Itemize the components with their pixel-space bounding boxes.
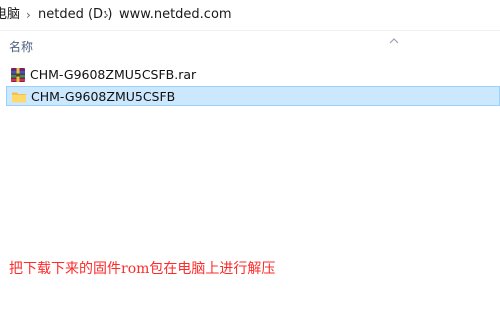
breadcrumb-item-folder[interactable]: www.netded.com	[119, 6, 232, 24]
winrar-archive-icon	[11, 68, 25, 82]
instruction-caption: 把下载下来的固件rom包在电脑上进行解压	[9, 261, 276, 277]
file-explorer-window: 电脑 › netded (D:) › www.netded.com 名称 CHM…	[0, 0, 500, 326]
breadcrumb-item-drive[interactable]: netded (D:)	[38, 6, 113, 24]
chevron-up-icon[interactable]	[388, 36, 400, 46]
address-bar[interactable]: 电脑 › netded (D:) › www.netded.com	[0, 0, 500, 31]
file-name[interactable]: CHM-G9608ZMU5CSFB.rar	[30, 66, 196, 83]
breadcrumb-separator-icon[interactable]: ›	[26, 6, 31, 24]
folder-name[interactable]: CHM-G9608ZMU5CSFB	[31, 88, 175, 105]
file-row-rar[interactable]: CHM-G9608ZMU5CSFB.rar	[6, 65, 500, 85]
file-row-folder[interactable]: CHM-G9608ZMU5CSFB	[6, 86, 500, 106]
column-header-name[interactable]: 名称	[9, 39, 33, 55]
breadcrumb-separator-icon[interactable]: ›	[104, 6, 109, 24]
column-header-row: 名称	[0, 36, 500, 58]
folder-icon	[12, 92, 26, 103]
breadcrumb-item-computer[interactable]: 电脑	[0, 6, 20, 24]
